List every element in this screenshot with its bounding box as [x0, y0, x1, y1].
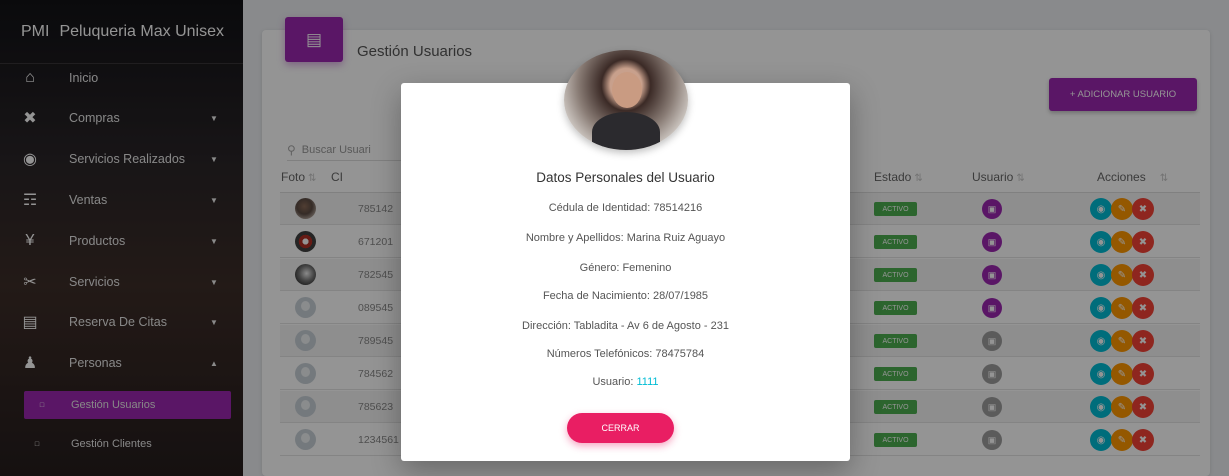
user-photo	[564, 50, 688, 150]
modal-direccion: Dirección: Tabladita - Av 6 de Agosto - …	[522, 320, 729, 332]
modal-usuario-value: 1111	[636, 376, 659, 388]
modal-genero: Género: Femenino	[579, 262, 672, 274]
modal-ci: Cédula de Identidad: 78514216	[548, 202, 703, 214]
modal-fecha: Fecha de Nacimiento: 28/07/1985	[542, 290, 709, 302]
modal-nombre: Nombre y Apellidos: Marina Ruiz Aguayo	[525, 232, 726, 244]
modal-title: Datos Personales del Usuario	[536, 170, 715, 185]
modal-usuario: Usuario: 1111	[592, 376, 659, 388]
close-button[interactable]: CERRAR	[567, 413, 674, 443]
modal-telefonos: Números Telefónicos: 78475784	[546, 348, 705, 360]
